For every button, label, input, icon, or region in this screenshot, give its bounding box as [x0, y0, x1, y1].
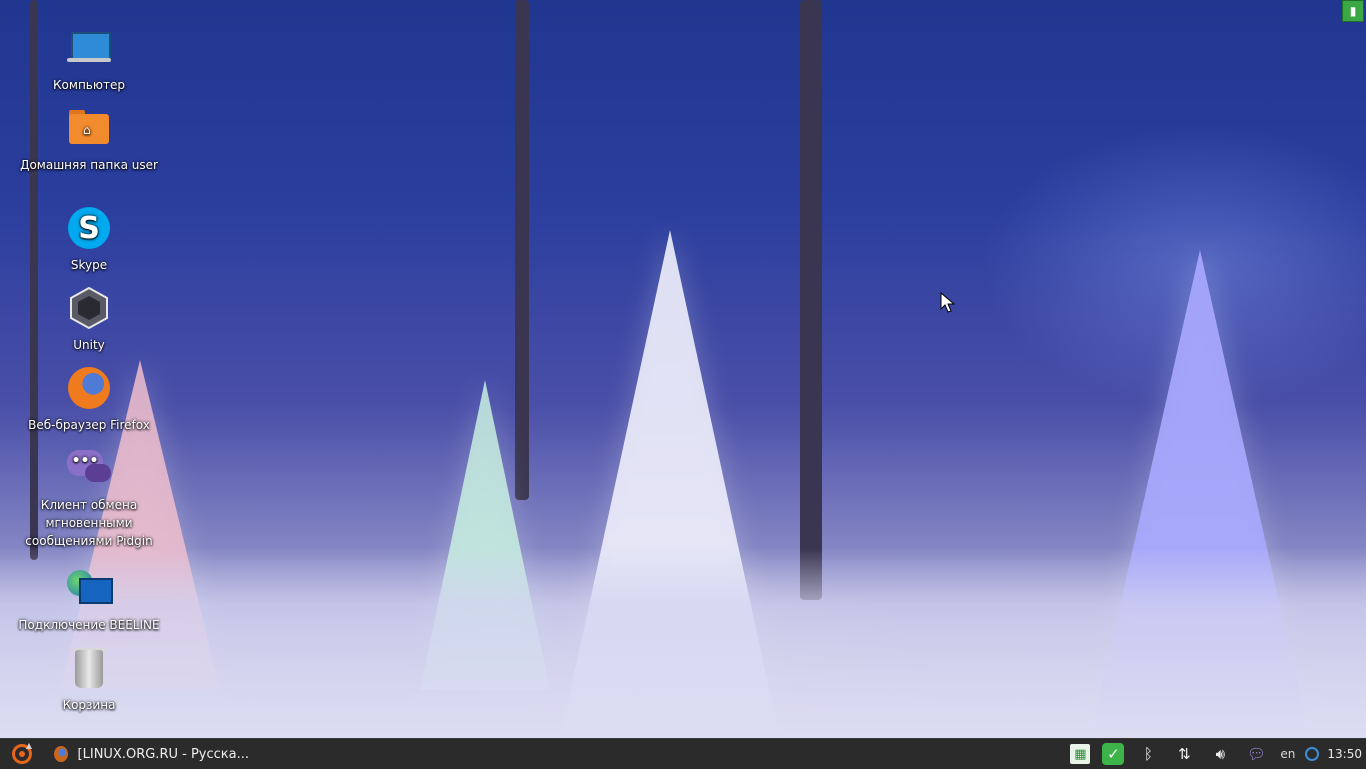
pidgin-icon: ••• — [65, 444, 113, 492]
wallpaper-snow-ground — [0, 548, 1366, 738]
firefox-icon — [65, 364, 113, 412]
chat-icon[interactable]: 💬︎ — [1244, 743, 1268, 765]
apps-grid-icon[interactable]: ▦ — [1070, 744, 1091, 764]
taskbar: ▲ [LINUX.ORG.RU - Русска... ▦ ✓ ᛒ ⇅ 🔊︎ 💬… — [0, 738, 1366, 769]
firefox-icon — [54, 746, 68, 762]
desktop-icon-label: Компьютер — [53, 78, 125, 92]
desktop[interactable]: Компьютер ⌂ Домашняя папка user S Skype … — [0, 0, 1366, 738]
desktop-icon-label: Клиент обмена мгновенными сообщениями Pi… — [25, 498, 153, 548]
desktop-icon-home-folder[interactable]: ⌂ Домашняя папка user — [14, 104, 164, 174]
desktop-icon-pidgin[interactable]: ••• Клиент обмена мгновенными сообщениям… — [14, 444, 164, 550]
desktop-icon-skype[interactable]: S Skype — [14, 204, 164, 274]
keyboard-layout-indicator[interactable]: en — [1280, 747, 1295, 761]
network-arrows-icon[interactable]: ⇅ — [1172, 743, 1196, 765]
clock[interactable]: 13:50 — [1305, 747, 1362, 761]
check-icon[interactable]: ✓ — [1102, 743, 1125, 765]
unity-icon — [65, 284, 113, 332]
system-tray: ▦ ✓ ᛒ ⇅ 🔊︎ 💬︎ en 13:50 — [1064, 739, 1366, 769]
taskbar-window-title: [LINUX.ORG.RU - Русска... — [77, 746, 249, 762]
desktop-icon-beeline-connection[interactable]: Подключение BEELINE — [14, 564, 164, 634]
start-menu-button[interactable]: ▲ — [0, 739, 44, 769]
volume-icon[interactable]: 🔊︎ — [1208, 743, 1232, 765]
desktop-icon-label: Домашняя папка user — [20, 158, 158, 172]
desktop-icon-computer[interactable]: Компьютер — [14, 24, 164, 94]
wallpaper-tree-trunk — [800, 0, 822, 600]
trash-icon — [65, 644, 113, 692]
network-connection-icon — [65, 564, 113, 612]
mouse-cursor-icon — [940, 292, 956, 313]
desktop-icon-firefox[interactable]: Веб-браузер Firefox — [14, 364, 164, 434]
skype-icon: S — [65, 204, 113, 252]
desktop-icon-trash[interactable]: Корзина — [14, 644, 164, 714]
desktop-icon-label: Корзина — [62, 698, 116, 712]
desktop-icon-label: Подключение BEELINE — [18, 618, 160, 632]
triangle-up-icon: ▲ — [25, 741, 32, 750]
clock-icon — [1305, 747, 1320, 761]
bluetooth-icon[interactable]: ᛒ — [1136, 743, 1160, 765]
home-folder-icon: ⌂ — [65, 104, 113, 152]
desktop-icon-label: Skype — [70, 258, 108, 272]
desktop-icon-unity[interactable]: Unity — [14, 284, 164, 354]
clock-time: 13:50 — [1327, 747, 1362, 761]
corner-status-icon[interactable]: ▮ — [1342, 0, 1364, 22]
desktop-icon-label: Unity — [73, 338, 105, 352]
desktop-icon-label: Веб-браузер Firefox — [28, 418, 150, 432]
computer-icon — [65, 24, 113, 72]
taskbar-window-firefox[interactable]: [LINUX.ORG.RU - Русска... — [44, 739, 259, 769]
